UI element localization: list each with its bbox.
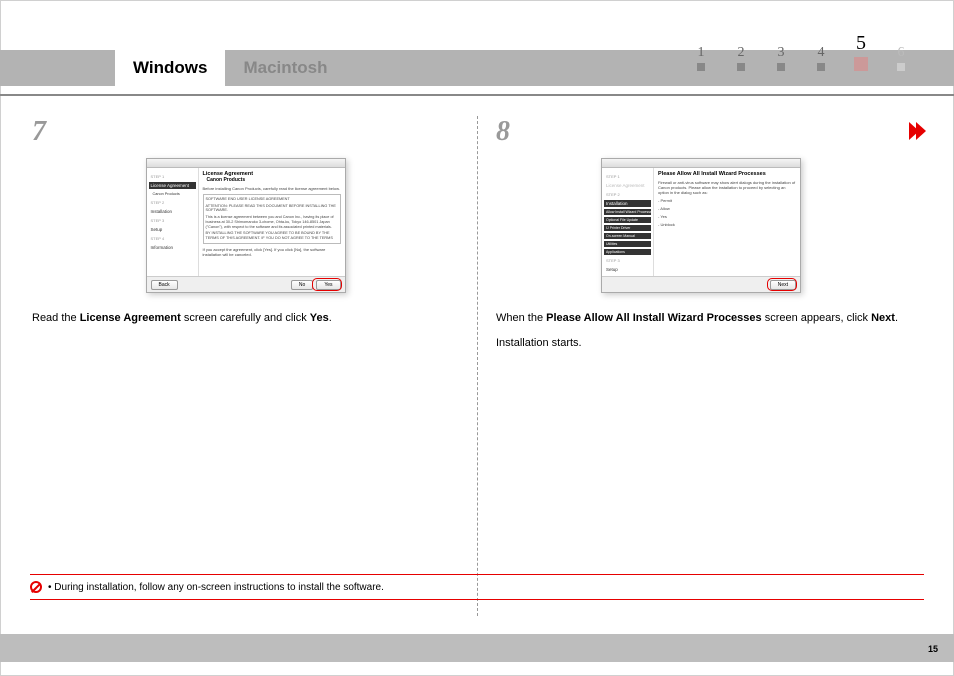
progress-step-4: 4 [814, 45, 828, 71]
progress-step-2: 2 [734, 45, 748, 71]
bullet-item: - Unblock [658, 222, 796, 227]
progress-step-1: 1 [694, 45, 708, 71]
dialog-paragraph: Before installing Canon Products, carefu… [203, 186, 341, 191]
header-divider [0, 94, 954, 96]
dialog-main: Please Allow All Install Wizard Processe… [654, 168, 800, 276]
sidebar-item-setup: Setup [149, 226, 196, 233]
sidebar-subitem: Allow Install Wizard Processes [604, 209, 651, 215]
sidebar-item-installation: Installation [149, 208, 196, 215]
step-8-caption-2: Installation starts. [496, 336, 906, 351]
sidebar-item-installation: Installation [604, 200, 651, 207]
dialog-title: Please Allow All Install Wizard Processe… [658, 171, 796, 177]
os-tabs: Windows Macintosh [115, 50, 346, 86]
progress-step-3: 3 [774, 45, 788, 71]
dialog-titlebar [602, 159, 800, 168]
license-agreement-dialog: STEP 1 License Agreement Canon Products … [146, 158, 346, 293]
dialog-titlebar [147, 159, 345, 168]
step-number-8: 8 [496, 116, 906, 148]
step-8-caption: When the Please Allow All Install Wizard… [496, 311, 906, 326]
sidebar-subitem: IJ Printer Driver [604, 225, 651, 231]
sidebar-subitem: Canon Products [149, 191, 196, 197]
tab-windows[interactable]: Windows [115, 50, 225, 86]
dialog-paragraph: If you accept the agreement, click [Yes]… [203, 247, 341, 257]
dialog-button-bar: Back No Yes [147, 276, 345, 292]
progress-step-6: 6 [894, 45, 908, 71]
highlight-callout [312, 278, 342, 291]
note-divider-top [30, 574, 924, 575]
progress-step-5: 5 [854, 32, 868, 71]
sidebar-header: STEP 4 [149, 235, 196, 242]
sidebar-header: STEP 3 [604, 257, 651, 264]
note-section: • During installation, follow any on-scr… [30, 574, 924, 604]
highlight-callout [767, 278, 797, 291]
tab-macintosh[interactable]: Macintosh [225, 50, 345, 86]
note-divider-bottom [30, 599, 924, 600]
bullet-item: - Yes [658, 214, 796, 219]
dialog-sidebar: STEP 1 License Agreement STEP 2 Installa… [602, 168, 654, 276]
bullet-item: - Permit [658, 198, 796, 203]
bullet-item: - Allow [658, 206, 796, 211]
sidebar-item-information: Information [149, 244, 196, 251]
dialog-subtitle: Canon Products [207, 177, 341, 183]
footer-band [0, 634, 954, 662]
dialog-main: License Agreement Canon Products Before … [199, 168, 345, 276]
sidebar-item-license: License Agreement [149, 182, 196, 189]
license-text-box: SOFTWARE END USER LICENSE AGREEMENT ATTE… [203, 194, 341, 244]
back-button[interactable]: Back [151, 280, 178, 290]
sidebar-header: STEP 2 [149, 199, 196, 206]
prohibition-icon [30, 581, 42, 593]
dialog-paragraph: Firewall or anti-virus software may show… [658, 180, 796, 195]
sidebar-header: STEP 3 [149, 217, 196, 224]
sidebar-item-license: License Agreement [604, 182, 651, 189]
step-number-7: 7 [32, 116, 459, 148]
note-text: • During installation, follow any on-scr… [48, 582, 384, 593]
no-button[interactable]: No [291, 280, 313, 290]
step-7-column: 7 STEP 1 License Agreement Canon Product… [30, 116, 477, 616]
sidebar-subitem: On-screen Manual [604, 233, 651, 239]
sidebar-header: STEP 1 [604, 173, 651, 180]
sidebar-subitem: Utilities [604, 241, 651, 247]
sidebar-item-setup: Setup [604, 266, 651, 273]
sidebar-subitem: Optional File Update [604, 217, 651, 223]
sidebar-subitem: Applications [604, 249, 651, 255]
dialog-sidebar: STEP 1 License Agreement Canon Products … [147, 168, 199, 276]
step-7-caption: Read the License Agreement screen carefu… [32, 311, 459, 326]
sidebar-header: STEP 1 [149, 173, 196, 180]
page-number: 15 [928, 644, 938, 654]
sidebar-header: STEP 2 [604, 191, 651, 198]
dialog-button-bar: Next [602, 276, 800, 292]
progress-stepper: 1 2 3 4 5 6 [694, 32, 908, 71]
allow-processes-dialog: STEP 1 License Agreement STEP 2 Installa… [601, 158, 801, 293]
step-8-column: 8 STEP 1 License Agreement STEP 2 Instal… [477, 116, 924, 616]
